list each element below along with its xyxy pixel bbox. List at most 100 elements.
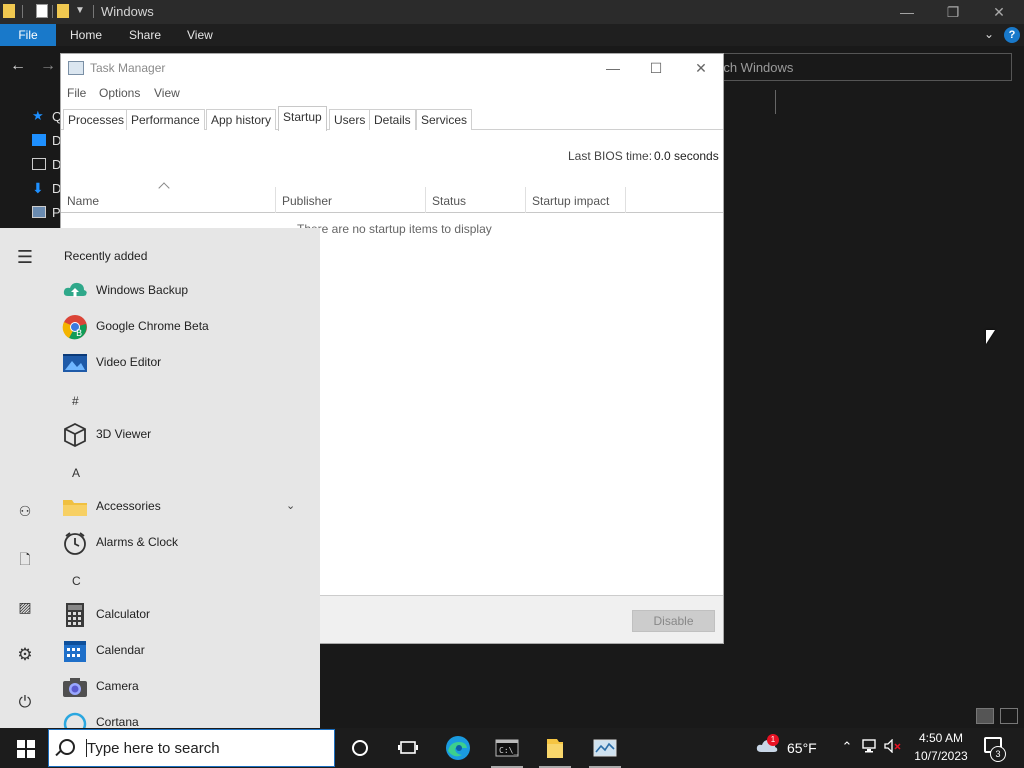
- explorer-search-placeholder: rch Windows: [719, 60, 794, 75]
- start-button[interactable]: [6, 728, 46, 768]
- windows-logo-icon: [17, 750, 25, 758]
- disable-button[interactable]: Disable: [632, 610, 715, 632]
- task-manager-icon[interactable]: [591, 734, 619, 762]
- view-toggle: [974, 708, 1022, 726]
- help-icon[interactable]: ?: [1004, 27, 1020, 43]
- recently-added-heading: Recently added: [64, 249, 148, 263]
- close-button[interactable]: ✕: [679, 58, 723, 78]
- settings-gear-icon[interactable]: ⚙: [16, 646, 34, 664]
- app-alarms-clock[interactable]: Alarms & Clock: [62, 528, 312, 556]
- app-label: Calculator: [96, 607, 151, 621]
- section-letter-a[interactable]: A: [72, 466, 80, 480]
- app-label: Google Chrome Beta: [96, 319, 209, 333]
- command-prompt-icon[interactable]: C:\_: [493, 734, 521, 762]
- explorer-ribbon: File Home Share View ⌄ ?: [0, 24, 1024, 46]
- ribbon-home-tab[interactable]: Home: [70, 24, 102, 46]
- tab-startup[interactable]: Startup: [278, 106, 327, 131]
- network-icon[interactable]: [862, 739, 880, 756]
- pictures-icon[interactable]: ▨: [16, 598, 34, 616]
- app-label: 3D Viewer: [96, 427, 152, 441]
- document-icon: [32, 158, 46, 170]
- app-label: Windows Backup: [96, 283, 189, 297]
- minimize-button[interactable]: —: [591, 58, 635, 78]
- restore-button[interactable]: ❐: [930, 2, 976, 22]
- user-account-icon[interactable]: ⚇: [16, 502, 34, 520]
- tab-app-history[interactable]: App history: [206, 109, 277, 130]
- column-header-startup-impact[interactable]: Startup impact: [526, 187, 626, 213]
- app-label: Cortana: [96, 715, 139, 728]
- tab-details[interactable]: Details: [369, 109, 416, 130]
- app-label: Video Editor: [96, 355, 162, 369]
- show-hidden-icons-chevron-icon[interactable]: ⌃: [838, 739, 856, 755]
- cortana-icon[interactable]: [346, 734, 374, 762]
- menu-options[interactable]: Options: [99, 86, 140, 100]
- clock-time[interactable]: 4:50 AM: [912, 731, 970, 745]
- mouse-pointer-icon: [986, 330, 995, 344]
- menu-view[interactable]: View: [154, 86, 180, 100]
- task-manager-title-bar[interactable]: Task Manager — ☐ ✕: [61, 54, 723, 82]
- camera-icon: [62, 674, 88, 700]
- start-menu-rail: ☰ ⚇ 🗋 ▨ ⚙ ⏻: [0, 228, 50, 728]
- app-label: Camera: [96, 679, 139, 693]
- new-folder-icon[interactable]: [57, 4, 69, 18]
- tab-performance[interactable]: Performance: [126, 109, 205, 130]
- text-cursor: [775, 90, 776, 114]
- ribbon-share-tab[interactable]: Share: [129, 24, 161, 46]
- chevron-down-icon[interactable]: ⌄: [286, 499, 295, 512]
- menu-file[interactable]: File: [67, 86, 86, 100]
- empty-list-message: There are no startup items to display: [297, 222, 492, 236]
- cloud-backup-icon: [62, 278, 88, 304]
- expand-ribbon-chevron-icon[interactable]: ⌄: [984, 27, 998, 41]
- details-view-icon[interactable]: [976, 708, 994, 724]
- quick-access-dropdown-icon[interactable]: ▼: [75, 5, 85, 16]
- app-google-chrome-beta[interactable]: B Google Chrome Beta: [62, 312, 312, 340]
- column-header-status[interactable]: Status: [426, 187, 526, 213]
- properties-icon[interactable]: [36, 4, 48, 18]
- app-3d-viewer[interactable]: 3D Viewer: [62, 420, 312, 448]
- maximize-button[interactable]: ☐: [634, 58, 678, 78]
- tab-processes[interactable]: Processes: [63, 109, 130, 130]
- last-bios-time-label: Last BIOS time:: [568, 149, 653, 163]
- app-video-editor[interactable]: Video Editor: [62, 348, 312, 376]
- notification-count-badge: 3: [990, 746, 1006, 762]
- clock-date[interactable]: 10/7/2023: [912, 749, 970, 763]
- ribbon-file-tab[interactable]: File: [0, 24, 56, 46]
- app-calendar[interactable]: Calendar: [62, 636, 312, 664]
- tab-users[interactable]: Users: [329, 109, 371, 130]
- app-cortana[interactable]: Cortana: [62, 708, 312, 728]
- windows-logo-icon: [27, 740, 35, 748]
- svg-text:B: B: [76, 329, 82, 339]
- weather-alert-badge: 1: [767, 734, 779, 746]
- taskbar-search-box[interactable]: Type here to search: [48, 729, 335, 767]
- section-letter-c[interactable]: C: [72, 574, 81, 588]
- column-header-publisher[interactable]: Publisher: [276, 187, 426, 213]
- task-view-icon[interactable]: [394, 734, 422, 762]
- desktop-icon: [32, 134, 46, 146]
- close-button[interactable]: ✕: [976, 2, 1022, 22]
- app-accessories-folder[interactable]: Accessories ⌄: [62, 492, 312, 520]
- weather-temperature[interactable]: 65°F: [787, 740, 817, 756]
- app-label: Calendar: [96, 643, 145, 657]
- app-calculator[interactable]: Calculator: [62, 600, 312, 628]
- video-editor-icon: [62, 350, 88, 376]
- power-icon[interactable]: ⏻: [16, 694, 34, 712]
- back-arrow-icon[interactable]: ←: [10, 57, 26, 75]
- section-letter-hash[interactable]: #: [72, 394, 79, 408]
- hamburger-menu-icon[interactable]: ☰: [16, 248, 34, 266]
- ribbon-view-tab[interactable]: View: [187, 24, 213, 46]
- explorer-search-input[interactable]: rch Windows: [712, 53, 1012, 81]
- edge-browser-icon[interactable]: [444, 734, 472, 762]
- minimize-button[interactable]: —: [884, 2, 930, 22]
- volume-muted-icon[interactable]: [884, 738, 902, 756]
- forward-arrow-icon[interactable]: →: [40, 57, 56, 75]
- app-label: Accessories: [96, 499, 161, 513]
- large-icons-view-icon[interactable]: [1000, 708, 1018, 724]
- app-camera[interactable]: Camera: [62, 672, 312, 700]
- app-windows-backup[interactable]: Windows Backup: [62, 276, 312, 304]
- column-header-name[interactable]: Name: [61, 187, 276, 213]
- cube-icon: [62, 422, 88, 448]
- documents-icon[interactable]: 🗋: [16, 550, 34, 568]
- tab-services[interactable]: Services: [416, 109, 473, 130]
- taskbar-search-placeholder: Type here to search: [86, 739, 220, 757]
- file-explorer-icon[interactable]: [541, 734, 569, 762]
